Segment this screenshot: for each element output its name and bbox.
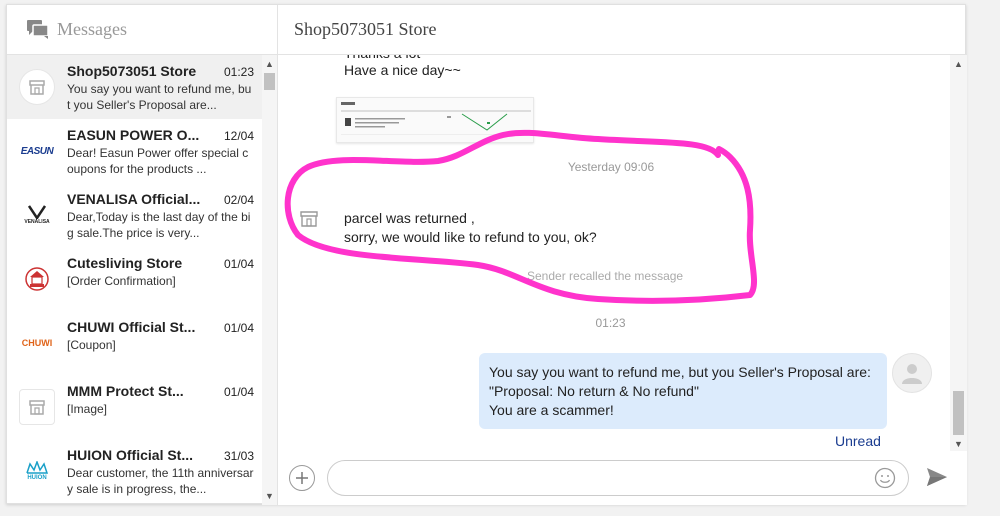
chuwi-logo-text: CHUWI	[21, 338, 53, 348]
scrollbar-thumb[interactable]	[953, 391, 964, 435]
venalisa-logo-text: VENALISA	[24, 219, 50, 225]
scroll-down-arrow-icon[interactable]: ▼	[954, 439, 963, 449]
chat-history: Thanks a lot Have a nice day~~ Yester	[278, 55, 950, 451]
house-badge-icon	[25, 267, 49, 291]
cutesliving-logo	[19, 261, 55, 297]
chat-scrollbar[interactable]: ▲ ▼	[950, 55, 967, 451]
emoji-icon[interactable]	[874, 467, 896, 489]
conversation-date: 31/03	[223, 449, 254, 463]
my-message-line: You are a scammer!	[489, 402, 614, 418]
seller-message-line: sorry, we would like to refund to you, o…	[344, 229, 597, 245]
store-icon	[29, 80, 45, 95]
chat-header: Shop5073051 Store	[278, 5, 967, 55]
compose-bar	[278, 451, 967, 505]
store-avatar	[19, 389, 55, 425]
scrollbar-thumb[interactable]	[264, 73, 275, 90]
store-icon	[29, 400, 45, 415]
seller-store-icon	[300, 211, 318, 227]
conversation-item[interactable]: MMM Protect St... 01/04 [Image]	[7, 375, 262, 439]
conversation-name: Shop5073051 Store	[67, 63, 197, 79]
easun-logo-text: EASUN	[20, 145, 54, 157]
conversation-preview: [Coupon]	[67, 338, 116, 352]
conversation-date: 01/04	[223, 321, 254, 335]
scroll-up-arrow-icon[interactable]: ▲	[265, 59, 274, 69]
conversation-preview: You say you want to refund me, but you S…	[67, 82, 252, 112]
huion-logo: HUION	[19, 453, 55, 489]
conversation-sidebar: Messages Shop5073051 Store 01:23 You say…	[7, 5, 278, 505]
conversation-preview: Dear customer, the 11th anniversary sale…	[67, 466, 254, 496]
scroll-down-arrow-icon[interactable]: ▼	[265, 491, 274, 501]
conversation-list: Shop5073051 Store 01:23 You say you want…	[7, 55, 262, 505]
chat-panel: Shop5073051 Store Thanks a lot Have a ni…	[278, 5, 967, 505]
conversation-date: 01:23	[223, 65, 254, 79]
my-message-bubble: You say you want to refund me, but you S…	[479, 353, 887, 429]
conversation-item[interactable]: Cutesliving Store 01/04 [Order Confirmat…	[7, 247, 262, 311]
huion-logo-text: HUION	[27, 475, 47, 481]
conversation-item[interactable]: HUION HUION Official St... 31/03 Dear cu…	[7, 439, 262, 503]
conversation-preview: Dear! Easun Power offer special coupons …	[67, 146, 249, 176]
conversation-name: EASUN POWER O...	[67, 127, 200, 143]
unread-status: Unread	[835, 433, 881, 449]
send-icon[interactable]	[926, 467, 948, 487]
crown-icon	[26, 461, 48, 474]
seller-message-line: parcel was returned ,	[344, 210, 475, 226]
chuwi-logo: CHUWI	[19, 325, 55, 361]
conversation-name: MMM Protect St...	[67, 383, 184, 399]
conversation-name: Cutesliving Store	[67, 255, 183, 271]
image-attachment[interactable]	[336, 97, 534, 143]
recalled-notice: Sender recalled the message	[527, 269, 684, 283]
chat-store-name: Shop5073051 Store	[294, 19, 437, 39]
conversation-preview: [Order Confirmation]	[67, 274, 176, 288]
sidebar-header: Messages	[7, 5, 277, 55]
conversation-name: HUION Official St...	[67, 447, 194, 463]
timestamp: 01:23	[595, 316, 626, 330]
conversation-date: 02/04	[223, 193, 254, 207]
my-message-line: You say you want to refund me, but you S…	[489, 364, 871, 380]
person-icon	[902, 364, 922, 384]
conversation-date: 01/04	[223, 257, 254, 271]
sidebar-title: Messages	[57, 19, 127, 39]
easun-logo: EASUN	[19, 133, 55, 169]
conversation-preview: Dear,Today is the last day of the big sa…	[67, 210, 251, 240]
v-logo-icon	[28, 205, 46, 219]
plus-icon	[296, 472, 308, 484]
conversation-item[interactable]: EASUN EASUN POWER O... 12/04 Dear! Easun…	[7, 119, 262, 183]
conversation-item[interactable]: VENALISA VENALISA Official... 02/04 Dear…	[7, 183, 262, 247]
scroll-up-arrow-icon[interactable]: ▲	[954, 59, 963, 69]
add-attachment-button[interactable]	[289, 465, 315, 491]
chat-bubbles-icon	[27, 19, 49, 39]
order-screenshot-image	[341, 102, 531, 135]
conversation-preview: [Image]	[67, 402, 108, 416]
message-line: Have a nice day~~	[344, 62, 461, 78]
venalisa-logo: VENALISA	[19, 197, 55, 233]
messages-window: Messages Shop5073051 Store 01:23 You say…	[6, 4, 967, 505]
conversation-item[interactable]: CHUWI CHUWI Official St... 01/04 [Coupon…	[7, 311, 262, 375]
timestamp: Yesterday 09:06	[567, 160, 655, 174]
conversation-list-scrollbar[interactable]: ▲ ▼	[262, 55, 277, 505]
conversation-item[interactable]: Shop5073051 Store 01:23 You say you want…	[7, 55, 262, 119]
conversation-date: 12/04	[223, 129, 254, 143]
conversation-name: CHUWI Official St...	[67, 319, 196, 335]
message-input[interactable]	[327, 460, 909, 496]
store-avatar	[19, 69, 55, 105]
my-message-line: "Proposal: No return & No refund"	[489, 383, 699, 399]
conversation-date: 01/04	[223, 385, 254, 399]
my-avatar	[892, 353, 932, 393]
conversation-name: VENALISA Official...	[67, 191, 201, 207]
